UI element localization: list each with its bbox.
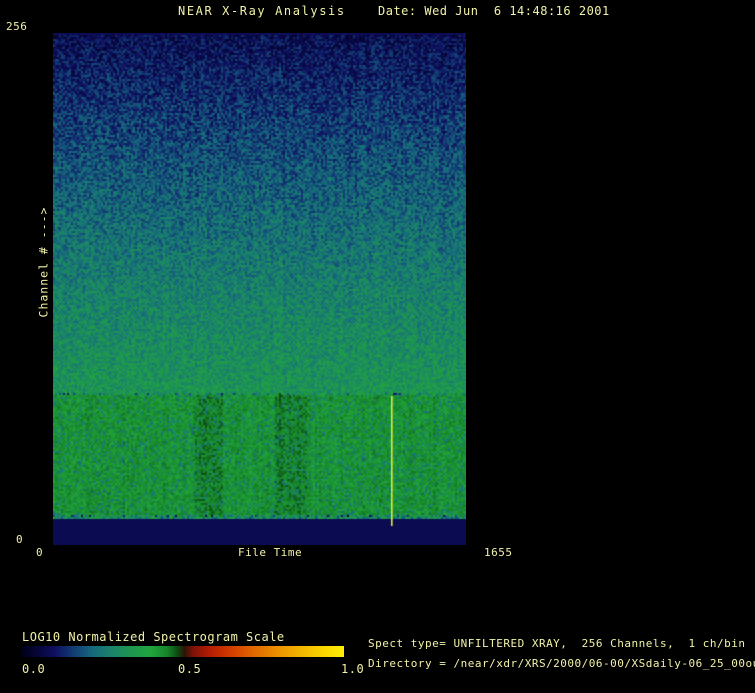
colorbar-tick-mid: 0.5 [178,662,202,676]
x-axis-min-label: 0 [36,546,44,559]
colorbar-gradient [22,646,344,657]
spect-type-label: Spect type= UNFILTERED XRAY, 256 Channel… [368,637,746,650]
colorbar-title: LOG10 Normalized Spectrogram Scale [22,630,285,644]
date-label: Date: Wed Jun 6 14:48:16 2001 [378,4,610,18]
y-axis-max-label: 256 [6,20,28,33]
x-axis-max-label: 1655 [484,546,513,559]
y-axis-title: Channel # ---> [36,206,51,318]
page-title: NEAR X-Ray Analysis [178,4,346,18]
x-axis-title: File Time [238,546,303,559]
y-axis-min-label: 0 [16,533,24,546]
near-xray-analysis-window: NEAR X-Ray Analysis Date: Wed Jun 6 14:4… [0,0,755,693]
colorbar-tick-min: 0.0 [22,662,46,676]
colorbar-tick-max: 1.0 [341,662,365,676]
directory-label: Directory = /near/xdr/XRS/2000/06-00/XSd… [368,657,755,670]
spectrogram-canvas [53,33,466,545]
